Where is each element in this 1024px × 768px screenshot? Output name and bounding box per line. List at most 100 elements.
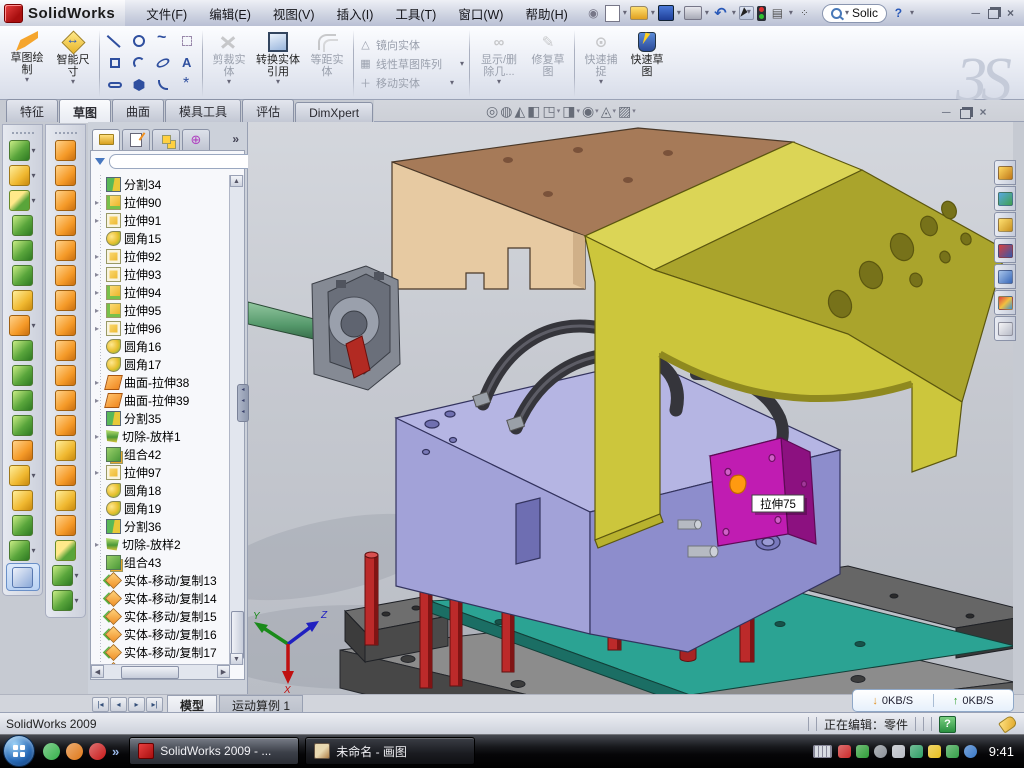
flyout-caret-icon[interactable]: ▾ <box>31 196 35 205</box>
zoom-area-icon[interactable]: ◍ <box>500 103 512 120</box>
taskbar-item-paint[interactable]: 未命名 - 画图 <box>305 737 475 765</box>
flyout-caret-icon[interactable]: ▾ <box>31 146 35 155</box>
zoom-fit-icon[interactable]: ◎ <box>486 103 498 120</box>
menu-edit[interactable]: 编辑(E) <box>200 1 260 26</box>
graphics-area[interactable]: 拉伸75 Y Z X <box>248 122 1013 694</box>
tree-item[interactable]: ▸拉伸92 <box>95 247 230 265</box>
keyboard-layout-icon[interactable] <box>813 745 832 758</box>
dome-icon[interactable]: ▾ <box>46 563 85 588</box>
antivirus-shield-red-icon[interactable] <box>838 745 851 758</box>
help-icon[interactable]: ? <box>890 5 907 21</box>
chamfer-icon[interactable] <box>3 263 42 288</box>
flyout-caret-icon[interactable]: ▾ <box>31 471 35 480</box>
lofted-surface-icon[interactable] <box>46 213 85 238</box>
scroll-down-icon[interactable]: ▼ <box>230 653 243 665</box>
tree-item[interactable]: 分割35 <box>95 409 230 427</box>
revolved-boss-icon[interactable] <box>3 238 42 263</box>
tree-item[interactable]: 圆角17 <box>95 355 230 373</box>
tree-expander-icon[interactable]: ▸ <box>95 396 103 405</box>
ruled-surface-icon[interactable] <box>46 313 85 338</box>
swept-surface-icon[interactable] <box>46 138 85 163</box>
next-tab-icon[interactable]: ▸ <box>128 697 145 712</box>
replace-face-icon[interactable] <box>46 413 85 438</box>
tree-expander-icon[interactable]: ▸ <box>95 270 103 279</box>
scroll-left-icon[interactable]: ◀ <box>91 665 104 678</box>
part-magenta-insert[interactable] <box>710 438 816 546</box>
tree-item[interactable]: ▸切除-放样2 <box>95 535 230 553</box>
appearances-ball-tab[interactable] <box>994 290 1016 315</box>
search-box[interactable]: ▾ Solic <box>822 4 887 23</box>
knit-surface-icon[interactable] <box>46 338 85 363</box>
tab-evaluate[interactable]: 评估 <box>242 99 294 122</box>
doc-close-button[interactable]: × <box>980 105 987 119</box>
messenger-icon[interactable] <box>43 743 60 760</box>
help-caret-icon[interactable]: ▾ <box>910 9 914 17</box>
tree-expander-icon[interactable]: ▸ <box>95 198 103 207</box>
search-caret-icon[interactable]: ▾ <box>845 9 849 17</box>
point-tool-icon[interactable] <box>179 77 195 93</box>
linear-pattern-icon[interactable]: ▾ <box>3 313 42 338</box>
doc-restore-button[interactable] <box>960 109 971 119</box>
arc-tool-icon[interactable] <box>131 55 147 71</box>
tree-item[interactable]: ▸切除-放样1 <box>95 427 230 445</box>
tree-expander-icon[interactable]: ▸ <box>95 324 103 333</box>
convert-entities-button[interactable]: 转换实体引用 ▾ <box>253 28 303 99</box>
combine-bodies-icon[interactable] <box>3 413 42 438</box>
shut-off-surface-icon[interactable] <box>46 463 85 488</box>
tree-item[interactable]: 圆角16 <box>95 337 230 355</box>
display-style-icon[interactable]: ◨▾ <box>562 103 580 120</box>
tree-item[interactable]: 组合42 <box>95 445 230 463</box>
panel-splitter[interactable]: ◂◂◂ <box>237 384 249 422</box>
tree-item[interactable]: ▸拉伸91 <box>95 211 230 229</box>
axis-icon[interactable] <box>3 513 42 538</box>
draft-icon[interactable] <box>3 363 42 388</box>
tree-item[interactable]: 实体-移动/复制15 <box>95 607 230 625</box>
tree-item[interactable]: ▸拉伸95 <box>95 301 230 319</box>
menu-insert[interactable]: 插入(I) <box>328 1 383 26</box>
tree-expander-icon[interactable]: ▸ <box>95 540 103 549</box>
tree-item[interactable]: 分割36 <box>95 517 230 535</box>
tab-sketch[interactable]: 草图 <box>59 99 111 123</box>
tree-item[interactable]: 实体-移动/复制17 <box>95 643 230 661</box>
tree-expander-icon[interactable]: ▸ <box>95 216 103 225</box>
open-document-icon[interactable] <box>630 6 648 20</box>
taskbar-item-solidworks[interactable]: SolidWorks 2009 - ... <box>129 737 299 765</box>
flyout-caret-icon[interactable]: ▾ <box>31 171 35 180</box>
spline-tool-icon[interactable] <box>155 33 171 49</box>
pin-toolbar-icon[interactable]: ◉ <box>585 5 602 21</box>
menu-help[interactable]: 帮助(H) <box>516 1 576 26</box>
fillet-feature-icon[interactable]: ▾ <box>3 188 42 213</box>
extruded-cut-icon[interactable]: ▾ <box>3 163 42 188</box>
save-caret-icon[interactable]: ▾ <box>677 9 681 17</box>
helix-curve-icon[interactable]: ▾ <box>3 538 42 563</box>
previous-view-icon[interactable]: ◭ <box>514 103 525 120</box>
tree-expander-icon[interactable]: ▸ <box>95 378 103 387</box>
section-view-icon[interactable]: ◧ <box>527 103 540 120</box>
tree-item[interactable]: ▸拉伸96 <box>95 319 230 337</box>
taskbar-clock[interactable]: 9:41 <box>989 744 1014 759</box>
last-tab-icon[interactable]: ▸| <box>146 697 163 712</box>
tab-surfaces[interactable]: 曲面 <box>112 99 164 122</box>
custom-properties-tab[interactable] <box>994 316 1016 341</box>
rib-icon[interactable] <box>3 338 42 363</box>
tab-features[interactable]: 特征 <box>6 99 58 122</box>
part-slide-unit[interactable] <box>248 266 400 390</box>
tree-item[interactable]: 实体-移动/复制13 <box>95 571 230 589</box>
measure-icon[interactable] <box>6 563 40 591</box>
tree-item[interactable]: 圆角19 <box>95 499 230 517</box>
open-caret-icon[interactable]: ▾ <box>651 9 655 17</box>
tree-item[interactable]: 组合43 <box>95 553 230 571</box>
selection-box-icon[interactable] <box>179 33 195 49</box>
smart-dimension-button[interactable]: 智能尺寸 ▾ <box>51 28 95 99</box>
tree-expander-icon[interactable]: ▸ <box>95 252 103 261</box>
minimize-button[interactable]: ─ <box>971 6 980 20</box>
toolbox-tab[interactable] <box>994 238 1016 263</box>
delete-face-icon[interactable] <box>46 388 85 413</box>
new-caret-icon[interactable]: ▾ <box>623 9 627 17</box>
tree-item[interactable]: ▸曲面-拉伸39 <box>95 391 230 409</box>
tab-mold-tools[interactable]: 模具工具 <box>165 99 241 122</box>
volume-icon[interactable] <box>892 745 905 758</box>
parting-line-icon[interactable] <box>46 438 85 463</box>
appearances-icon[interactable]: ◬▾ <box>601 103 616 120</box>
shell-icon[interactable] <box>3 388 42 413</box>
